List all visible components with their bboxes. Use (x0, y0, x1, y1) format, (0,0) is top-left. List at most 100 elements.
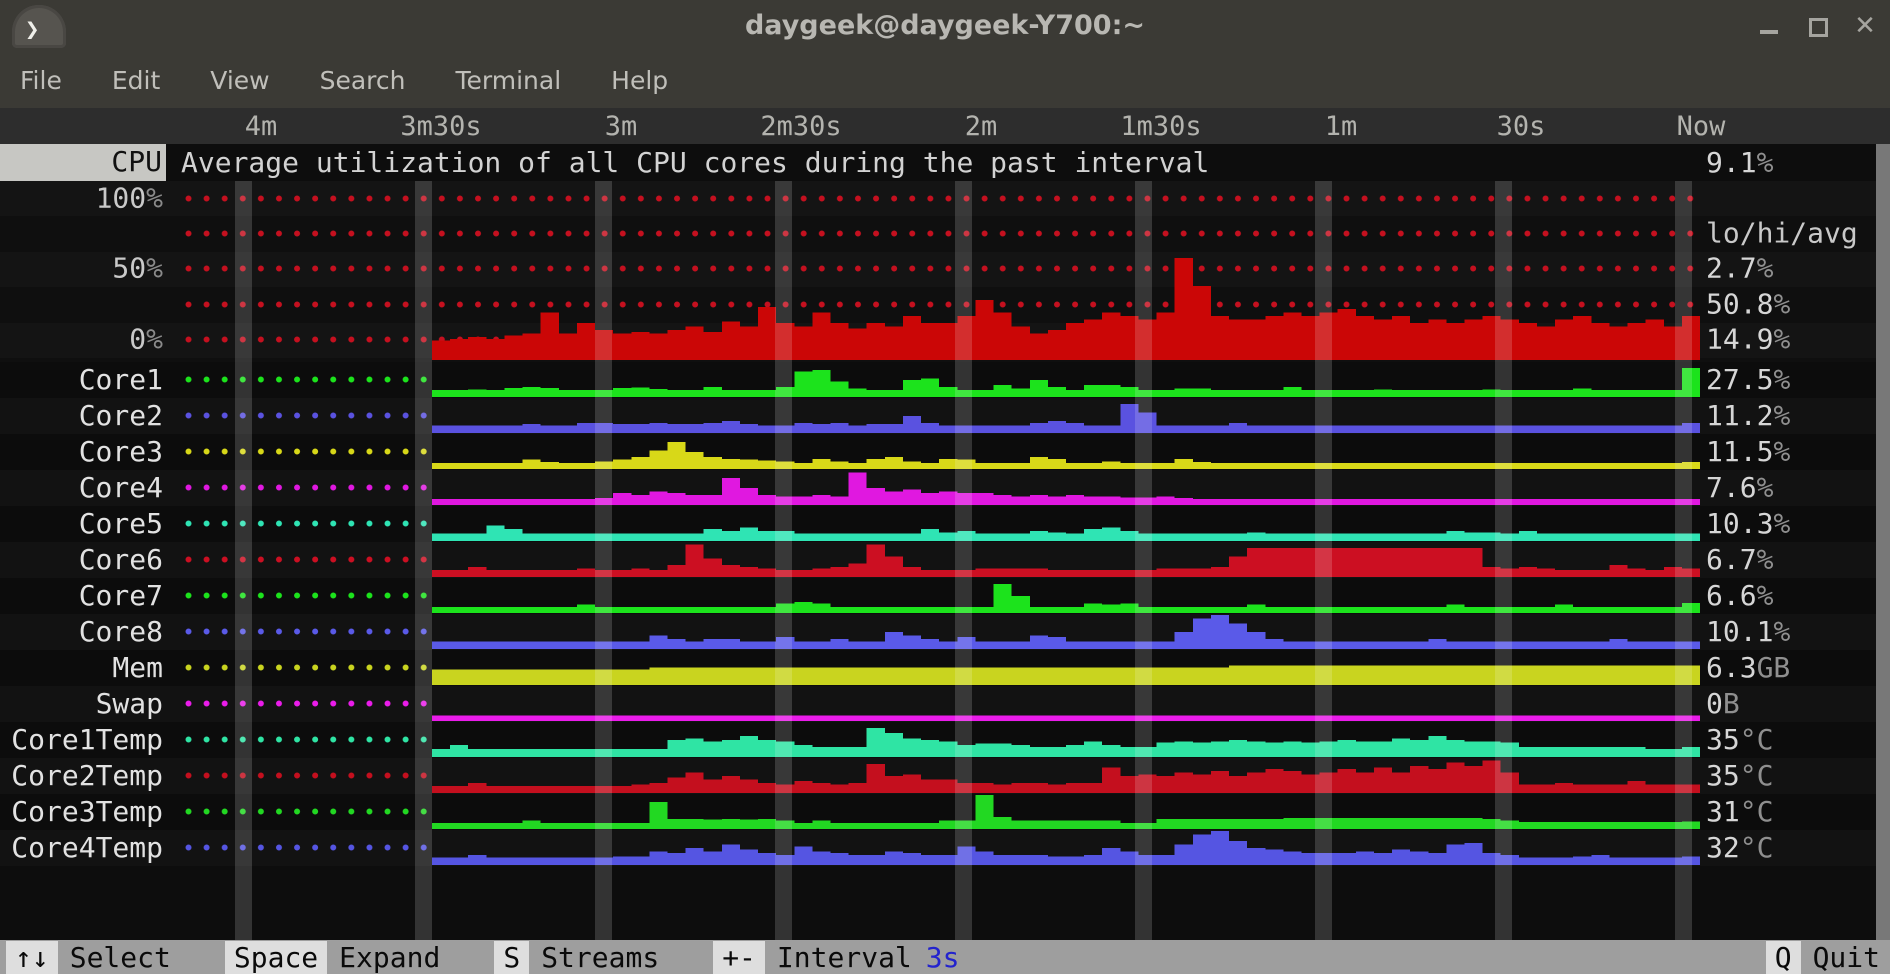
row-baseline-dots (185, 664, 431, 671)
row-core3temp[interactable]: Core3Temp 31°C (0, 794, 1890, 830)
row-baseline-dots (185, 376, 431, 383)
window-controls: ✕ (1758, 0, 1876, 52)
app-window: ❯ daygeek@daygeek-Y700:~ ✕ File Edit Vie… (0, 0, 1890, 974)
row-label[interactable]: Core4 (0, 470, 163, 506)
row-label[interactable]: Core2 (0, 398, 163, 434)
maximize-button[interactable] (1806, 15, 1828, 37)
row-label[interactable]: Core1Temp (0, 722, 163, 758)
menu-item-file[interactable]: File (20, 66, 62, 95)
row-label[interactable]: Core3 (0, 434, 163, 470)
row-area-chart (432, 435, 1700, 469)
row-label[interactable]: Swap (0, 686, 163, 722)
row-core7[interactable]: Core7 6.6% (0, 578, 1890, 614)
row-area-chart (432, 759, 1700, 793)
row-baseline-dots (185, 556, 431, 563)
row-core5[interactable]: Core5 10.3% (0, 506, 1890, 542)
row-value: 11.5% (1706, 434, 1790, 470)
row-value: 6.3GB (1706, 650, 1790, 686)
row-baseline-dots (185, 412, 431, 419)
key-arrows[interactable]: ↑↓ (6, 941, 58, 974)
hint-quit[interactable]: QQuit (1766, 941, 1880, 974)
row-area-chart (432, 399, 1700, 433)
close-button[interactable]: ✕ (1854, 15, 1876, 37)
menu-item-search[interactable]: Search (320, 66, 406, 95)
row-core4[interactable]: Core4 7.6% (0, 470, 1890, 506)
cpu-hi-value: 50.8% (1706, 288, 1888, 321)
time-tick-3m: 3m (605, 111, 638, 142)
hint-interval-label: Interval (777, 941, 912, 974)
menu-item-help[interactable]: Help (611, 66, 668, 95)
cpu-lo-value: 2.7% (1706, 252, 1888, 285)
row-label[interactable]: Core8 (0, 614, 163, 650)
row-core6[interactable]: Core6 6.7% (0, 542, 1890, 578)
row-label[interactable]: Core1 (0, 362, 163, 398)
row-label[interactable]: Core4Temp (0, 830, 163, 866)
row-label[interactable]: Core2Temp (0, 758, 163, 794)
minimize-button[interactable] (1758, 15, 1780, 37)
row-area-chart (432, 507, 1700, 541)
cpu-avg-value: 14.9% (1706, 323, 1888, 356)
window-title: daygeek@daygeek-Y700:~ (0, 10, 1890, 41)
time-tick-30s: 30s (1497, 111, 1546, 142)
key-plus-minus[interactable]: +- (713, 941, 765, 974)
row-core2temp[interactable]: Core2Temp 35°C (0, 758, 1890, 794)
row-baseline-dots (185, 700, 431, 707)
row-label[interactable]: Core6 (0, 542, 163, 578)
row-value: 10.3% (1706, 506, 1790, 542)
row-cpu[interactable]: CPU Average utilization of all CPU cores… (0, 144, 1890, 181)
row-value: 7.6% (1706, 470, 1773, 506)
row-baseline-dots (185, 520, 431, 527)
hint-expand[interactable]: Space Expand (225, 941, 440, 974)
row-area-chart (432, 795, 1700, 829)
row-label[interactable]: Core5 (0, 506, 163, 542)
menu-item-view[interactable]: View (210, 66, 269, 95)
hint-streams[interactable]: SStreams (494, 941, 659, 974)
key-q[interactable]: Q (1766, 941, 1801, 974)
status-bar: ↑↓ Select Space Expand SStreams +- Interval… (0, 940, 1890, 974)
row-value: 6.7% (1706, 542, 1773, 578)
hint-interval[interactable]: +-Interval3s (713, 941, 959, 974)
row-area-chart (432, 687, 1700, 721)
hint-select[interactable]: ↑↓ Select (6, 941, 171, 974)
row-label[interactable]: Core3Temp (0, 794, 163, 830)
time-tick-now: Now (1677, 111, 1726, 142)
key-space[interactable]: Space (225, 941, 327, 974)
time-tick-2m: 2m (965, 111, 998, 142)
row-label[interactable]: Core7 (0, 578, 163, 614)
row-core1temp[interactable]: Core1Temp 35°C (0, 722, 1890, 758)
row-baseline-dots (185, 484, 431, 491)
key-s[interactable]: S (494, 941, 529, 974)
row-area-chart (432, 831, 1700, 865)
cpu-description: Average utilization of all CPU cores dur… (181, 144, 1209, 181)
row-value: 11.2% (1706, 398, 1790, 434)
scrollbar[interactable] (1876, 144, 1890, 940)
row-swap[interactable]: Swap 0B (0, 686, 1890, 722)
row-core2[interactable]: Core2 11.2% (0, 398, 1890, 434)
title-bar[interactable]: ❯ daygeek@daygeek-Y700:~ ✕ (0, 0, 1890, 52)
time-axis: 4m3m30s3m2m30s2m1m30s1m30sNow (0, 108, 1890, 144)
row-value: 10.1% (1706, 614, 1790, 650)
row-area-chart (432, 363, 1700, 397)
cpu-row-label[interactable]: CPU (0, 144, 166, 181)
row-core1[interactable]: Core1 27.5% (0, 362, 1890, 398)
row-baseline-dots (185, 808, 431, 815)
row-value: 0B (1706, 686, 1740, 722)
hint-expand-label: Expand (339, 941, 440, 974)
row-core4temp[interactable]: Core4Temp 32°C (0, 830, 1890, 866)
menu-bar: File Edit View Search Terminal Help (0, 52, 1890, 108)
time-tick-4m: 4m (245, 111, 278, 142)
menu-item-terminal[interactable]: Terminal (455, 66, 561, 95)
row-value: 35°C (1706, 722, 1773, 758)
row-core3[interactable]: Core3 11.5% (0, 434, 1890, 470)
cpu-stats-header: lo/hi/avg (1706, 217, 1888, 250)
row-label[interactable]: Mem (0, 650, 163, 686)
row-area-chart (432, 543, 1700, 577)
menu-item-edit[interactable]: Edit (112, 66, 160, 95)
cpu-current-value: 9.1% (1706, 144, 1773, 181)
row-baseline-dots (185, 592, 431, 599)
row-mem[interactable]: Mem 6.3GB (0, 650, 1890, 686)
cpu-axis-100: 100% (0, 182, 163, 215)
hint-select-label: Select (70, 941, 171, 974)
row-value: 31°C (1706, 794, 1773, 830)
row-core8[interactable]: Core8 10.1% (0, 614, 1890, 650)
